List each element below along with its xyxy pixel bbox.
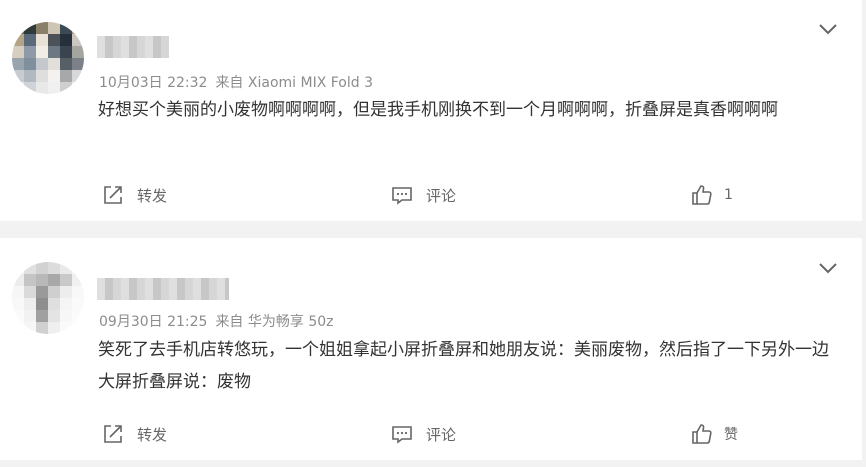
share-button[interactable]: 转发 (101, 180, 167, 210)
comment-label: 评论 (426, 425, 457, 444)
comment-meta: 09月30日 21:25 来自 华为畅享 50z (99, 311, 334, 331)
action-bar: 转发 评论 赞 (0, 419, 862, 449)
like-button[interactable]: 1 (690, 180, 733, 210)
comment-date: 09月30日 21:25 (99, 314, 208, 330)
like-button[interactable]: 赞 (690, 419, 738, 449)
comment-card: 09月30日 21:25 来自 华为畅享 50z 笑死了去手机店转悠玩，一个姐姐拿… (0, 238, 862, 460)
share-button[interactable]: 转发 (101, 419, 167, 449)
share-icon (104, 186, 122, 204)
comment-source: 来自 Xiaomi MIX Fold 3 (215, 75, 373, 91)
avatar[interactable] (12, 262, 84, 334)
thumbs-up-icon (692, 185, 712, 205)
username-redacted[interactable] (97, 36, 169, 58)
comment-icon (392, 187, 412, 205)
comment-source: 来自 华为畅享 50z (215, 314, 334, 330)
like-label: 赞 (724, 427, 738, 443)
comment-button[interactable]: 评论 (390, 180, 456, 210)
share-icon (104, 425, 122, 443)
share-label: 转发 (137, 186, 168, 205)
comment-card: 10月03日 22:32 来自 Xiaomi MIX Fold 3 好想买个美丽的… (0, 0, 862, 221)
thumbs-up-icon (692, 424, 712, 444)
action-bar: 转发 评论 1 (0, 180, 862, 210)
username-redacted[interactable] (97, 278, 229, 300)
chevron-down-icon[interactable] (818, 258, 838, 278)
comment-icon (392, 426, 412, 444)
comment-text: 笑死了去手机店转悠玩，一个姐姐拿起小屏折叠屏和她朋友说：美丽废物，然后指了一下另… (98, 340, 829, 392)
like-count: 1 (724, 187, 733, 203)
comment-date: 10月03日 22:32 (99, 75, 208, 91)
chevron-down-icon[interactable] (818, 19, 838, 39)
comment-text: 好想买个美丽的小废物啊啊啊啊，但是我手机刚换不到一个月啊啊啊，折叠屏是真香啊啊啊 (98, 100, 778, 120)
comment-button[interactable]: 评论 (390, 419, 456, 449)
avatar[interactable] (12, 22, 84, 94)
comment-meta: 10月03日 22:32 来自 Xiaomi MIX Fold 3 (99, 72, 373, 92)
share-label: 转发 (137, 425, 168, 444)
comment-label: 评论 (426, 186, 457, 205)
